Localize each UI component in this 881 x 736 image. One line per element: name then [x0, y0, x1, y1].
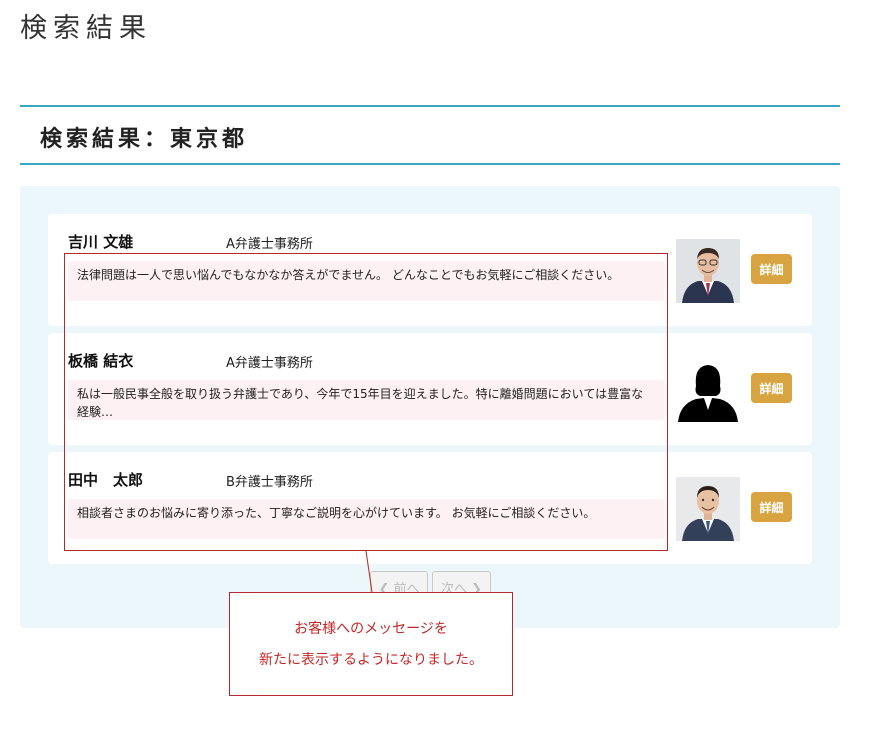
section-header: 検索結果：東京都: [20, 105, 840, 165]
customer-message: 相談者さまのお悩みに寄り添った、丁寧なご説明を心がけています。 お気軽にご相談く…: [68, 499, 664, 539]
customer-message: 私は一般民事全般を取り扱う弁護士であり、今年で15年目を迎えました。特に離婚問題…: [68, 380, 664, 420]
detail-button[interactable]: 詳細: [751, 254, 792, 284]
result-card: 吉川 文雄 A弁護士事務所 法律問題は一人で思い悩んでもなかなか答えがでません。…: [48, 214, 812, 326]
detail-button[interactable]: 詳細: [751, 373, 792, 403]
result-card: 板橋 結衣 A弁護士事務所 私は一般民事全般を取り扱う弁護士であり、今年で15年…: [48, 333, 812, 445]
callout-line-2: 新たに表示するようになりました。: [259, 652, 483, 668]
callout-line-1: お客様へのメッセージを: [294, 621, 448, 637]
law-office: B弁護士事務所: [226, 475, 313, 490]
section-title: 検索結果：東京都: [40, 126, 249, 152]
law-office: A弁護士事務所: [226, 237, 313, 252]
customer-message: 法律問題は一人で思い悩んでもなかなか答えがでません。 どんなことでもお気軽にご相…: [68, 261, 664, 301]
page: 検索結果 検索結果：東京都 吉川 文雄 A弁護士事務所 法律問題は一人で思い悩ん…: [0, 0, 881, 736]
results-panel: 吉川 文雄 A弁護士事務所 法律問題は一人で思い悩んでもなかなか答えがでません。…: [20, 186, 840, 628]
detail-button[interactable]: 詳細: [751, 492, 792, 522]
lawyer-photo-icon[interactable]: [676, 239, 740, 303]
result-card: 田中 太郎 B弁護士事務所 相談者さまのお悩みに寄り添った、丁寧なご説明を心がけ…: [48, 452, 812, 564]
lawyer-photo-icon[interactable]: [676, 477, 740, 541]
annotation-callout: お客様へのメッセージを 新たに表示するようになりました。: [229, 592, 513, 696]
page-title: 検索結果: [20, 13, 152, 44]
lawyer-name: 田中 太郎: [68, 471, 144, 489]
lawyer-name: 板橋 結衣: [68, 352, 134, 370]
lawyer-name: 吉川 文雄: [68, 233, 134, 251]
law-office: A弁護士事務所: [226, 356, 313, 371]
silhouette-female-icon[interactable]: [676, 358, 740, 422]
